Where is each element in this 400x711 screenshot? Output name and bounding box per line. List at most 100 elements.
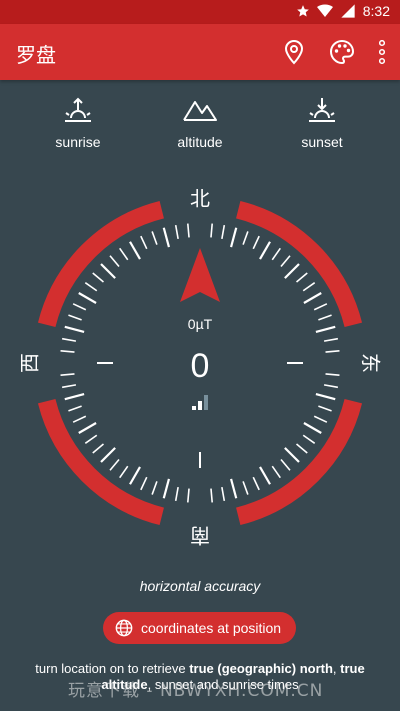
- compass-tick: [64, 325, 85, 334]
- compass-tick: [100, 263, 116, 279]
- compass-tick: [78, 292, 97, 304]
- compass-tick: [323, 384, 339, 389]
- compass-tick: [151, 231, 158, 245]
- altitude-button[interactable]: altitude: [150, 96, 250, 150]
- compass-tick: [242, 231, 249, 245]
- compass-tick: [296, 272, 308, 283]
- palette-icon[interactable]: [328, 38, 356, 66]
- compass-tick: [229, 478, 238, 499]
- compass-tick: [313, 303, 328, 311]
- north-label: 北: [190, 187, 210, 211]
- accuracy-label: horizontal accuracy: [139, 578, 261, 594]
- wifi-icon: [316, 4, 333, 18]
- compass-tick: [187, 488, 190, 503]
- compass-tick: [221, 486, 226, 502]
- compass-dial[interactable]: 北 东 南 西 0µT 0: [15, 178, 385, 548]
- compass-tick: [302, 434, 316, 444]
- compass-tick: [72, 303, 87, 311]
- compass-tick: [221, 224, 226, 240]
- compass-tick: [174, 486, 179, 502]
- compass-tick: [68, 405, 82, 412]
- hint-text-1: turn location on to retrieve: [35, 661, 190, 676]
- compass-tick: [84, 282, 98, 292]
- south-label: 南: [190, 524, 210, 548]
- compass-tick: [129, 241, 141, 260]
- compass-tick: [242, 481, 249, 495]
- compass-tick: [92, 272, 104, 283]
- compass-tick: [68, 314, 82, 321]
- compass-tick: [61, 384, 77, 389]
- compass-tick: [72, 415, 87, 423]
- compass-tick: [60, 350, 75, 353]
- compass-tick: [140, 235, 148, 250]
- compass-tick: [84, 434, 98, 444]
- sunrise-icon: [65, 97, 91, 122]
- coordinates-button[interactable]: coordinates at position: [103, 612, 296, 644]
- compass-tick: [313, 415, 328, 423]
- altitude-label: altitude: [177, 134, 223, 150]
- sunrise-button[interactable]: sunrise: [28, 96, 128, 150]
- compass-tick: [259, 466, 271, 485]
- compass-tick: [302, 282, 316, 292]
- battery-icon: [340, 4, 356, 18]
- east-label: 东: [359, 353, 383, 373]
- app-bar: 罗盘: [0, 24, 400, 80]
- hint-bold-north: true (geographic) north: [189, 661, 333, 676]
- compass-tick: [229, 227, 238, 248]
- compass-tick: [296, 443, 308, 454]
- compass-tick: [78, 422, 97, 434]
- compass-tick: [318, 405, 332, 412]
- compass-tick: [271, 247, 281, 261]
- compass-tick: [109, 459, 120, 471]
- compass-tick: [280, 255, 291, 267]
- compass-tick: [325, 350, 340, 353]
- compass-tick: [119, 465, 129, 479]
- compass-tick: [162, 478, 171, 499]
- compass-tick: [280, 459, 291, 471]
- compass-tick: [284, 263, 300, 279]
- compass-tick: [325, 373, 340, 376]
- compass-tick: [100, 447, 116, 463]
- compass-tick: [315, 325, 336, 334]
- sunset-label: sunset: [301, 134, 343, 150]
- sun-altitude-toolbar: sunrise altitude sunset: [0, 96, 400, 156]
- coordinates-button-label: coordinates at position: [141, 620, 282, 636]
- sunset-button[interactable]: sunset: [272, 96, 372, 150]
- compass-tick: [61, 337, 77, 342]
- sunset-icon: [309, 98, 335, 122]
- compass-tick: [109, 255, 120, 267]
- location-pin-icon[interactable]: [280, 38, 308, 66]
- compass-tick: [119, 247, 129, 261]
- magnetic-field-value: 0µT: [188, 316, 213, 332]
- compass-tick: [259, 241, 271, 260]
- compass-tick: [318, 314, 332, 321]
- compass-tick: [271, 465, 281, 479]
- app-title: 罗盘: [16, 43, 56, 67]
- compass-tick: [162, 227, 171, 248]
- compass-tick: [187, 223, 190, 238]
- compass-tick: [210, 223, 213, 238]
- status-bar: 8:32: [0, 0, 400, 24]
- compass-tick: [323, 337, 339, 342]
- compass-tick: [174, 224, 179, 240]
- more-options-icon[interactable]: [374, 38, 390, 66]
- compass-tick: [210, 488, 213, 503]
- west-label: 西: [18, 353, 42, 373]
- watermark: 玩意下载 - NBWYXH.COM.CN: [68, 681, 324, 701]
- compass-tick: [151, 481, 158, 495]
- compass-tick: [315, 392, 336, 401]
- status-time: 8:32: [362, 3, 390, 19]
- compass-tick: [284, 447, 300, 463]
- compass-tick: [60, 373, 75, 376]
- compass-tick: [303, 422, 322, 434]
- signal-strength-icon: [192, 395, 208, 410]
- compass-tick: [252, 235, 260, 250]
- sunrise-label: sunrise: [55, 134, 101, 150]
- compass-tick: [252, 476, 260, 491]
- compass-tick: [64, 392, 85, 401]
- compass-tick: [129, 466, 141, 485]
- heading-value: 0: [191, 347, 210, 385]
- north-arrow-icon: [180, 248, 220, 302]
- compass-tick: [140, 476, 148, 491]
- compass-tick: [92, 443, 104, 454]
